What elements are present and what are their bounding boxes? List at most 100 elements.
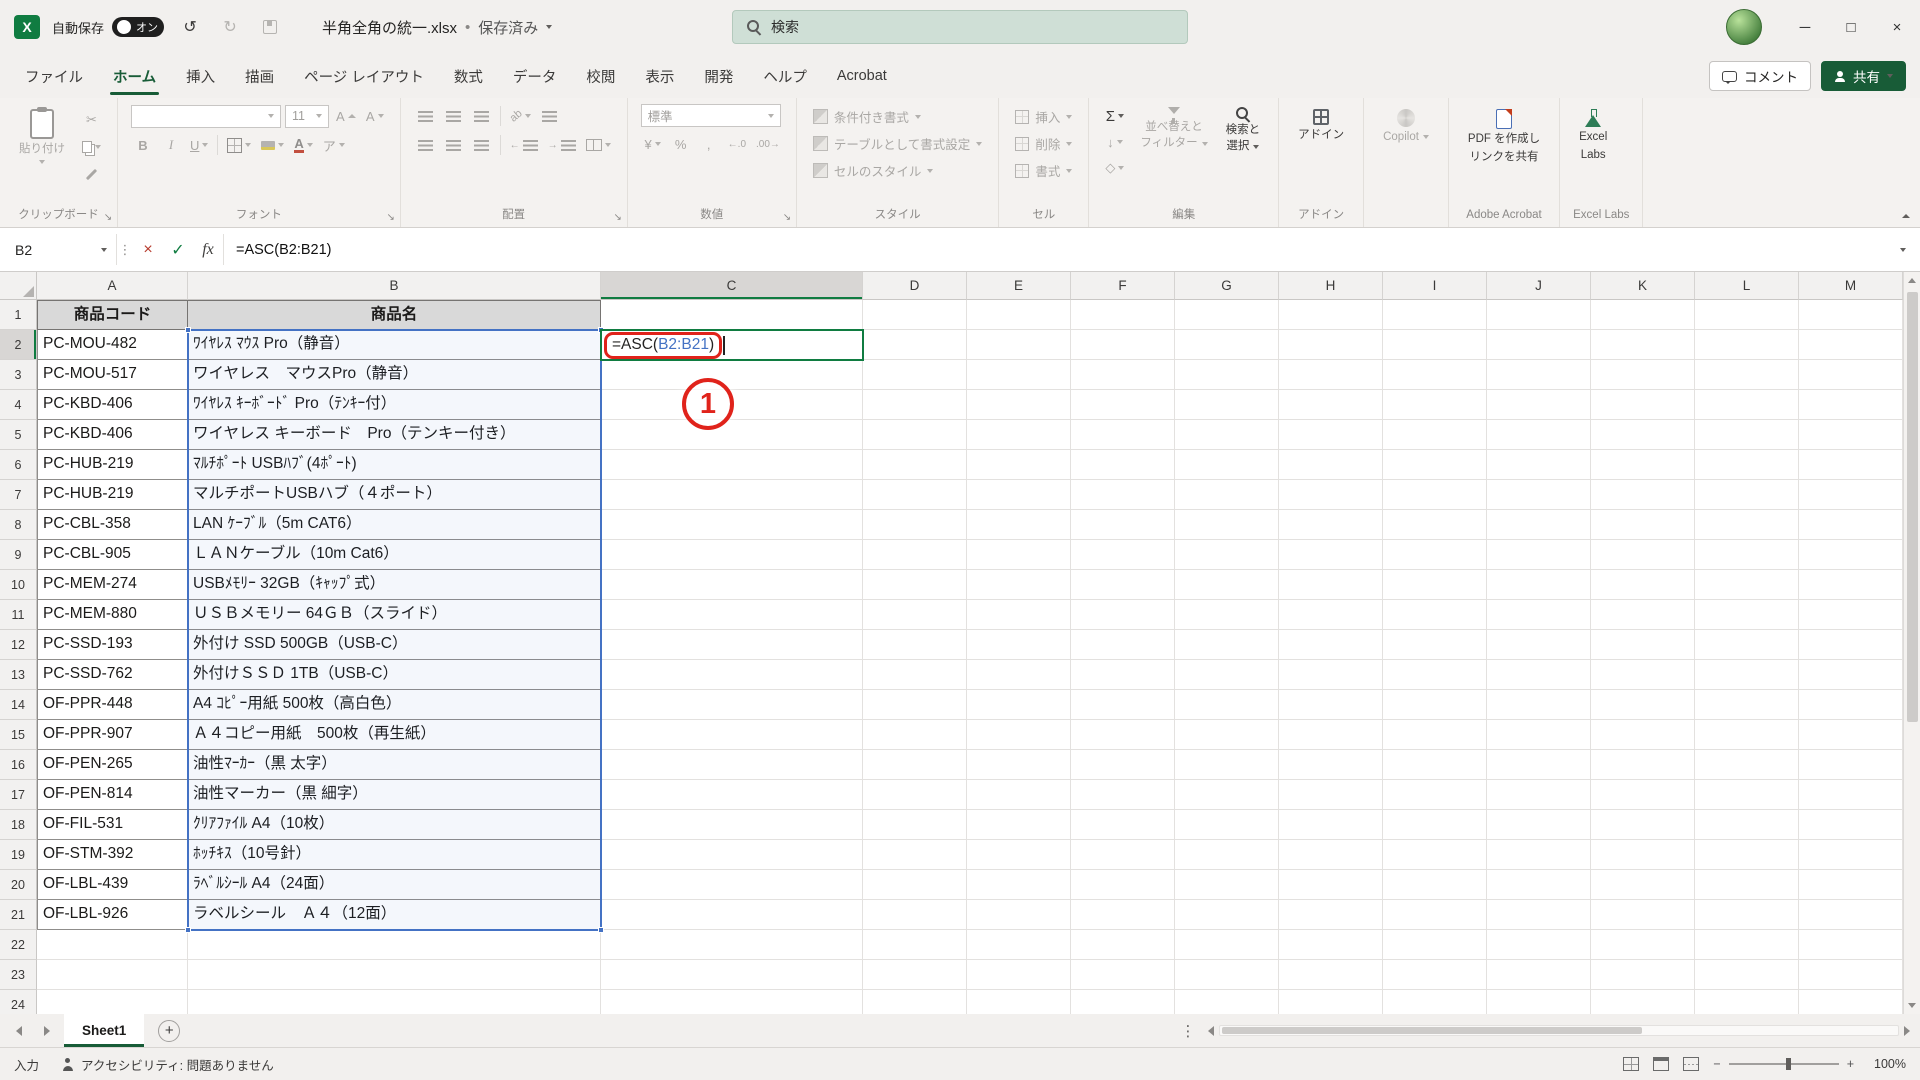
cell-E10[interactable] (967, 570, 1071, 600)
cell-K4[interactable] (1591, 390, 1695, 420)
alignment-dialog-launcher-icon[interactable]: ↘ (612, 211, 624, 223)
cell-J11[interactable] (1487, 600, 1591, 630)
tab-page-layout[interactable]: ページ レイアウト (289, 54, 439, 98)
share-button[interactable]: 共有 (1821, 61, 1906, 91)
cell-I20[interactable] (1383, 870, 1487, 900)
cell-J17[interactable] (1487, 780, 1591, 810)
row-header-16[interactable]: 16 (0, 750, 37, 780)
cell-I15[interactable] (1383, 720, 1487, 750)
row-header-18[interactable]: 18 (0, 810, 37, 840)
cell-M9[interactable] (1799, 540, 1903, 570)
cell-H19[interactable] (1279, 840, 1383, 870)
cell-G4[interactable] (1175, 390, 1279, 420)
cell-L5[interactable] (1695, 420, 1799, 450)
sort-filter-button[interactable]: 並べ替えと フィルター (1135, 104, 1212, 154)
cell-E11[interactable] (967, 600, 1071, 630)
cell-I10[interactable] (1383, 570, 1487, 600)
cell-K19[interactable] (1591, 840, 1695, 870)
cell-I18[interactable] (1383, 810, 1487, 840)
tab-view[interactable]: 表示 (630, 54, 689, 98)
zoom-in-icon[interactable]: + (1847, 1057, 1854, 1071)
cell-F16[interactable] (1071, 750, 1175, 780)
cell-J8[interactable] (1487, 510, 1591, 540)
cell-F12[interactable] (1071, 630, 1175, 660)
zoom-out-icon[interactable]: − (1713, 1057, 1720, 1071)
cell-J23[interactable] (1487, 960, 1591, 990)
cell-G17[interactable] (1175, 780, 1279, 810)
cancel-formula-button[interactable]: × (133, 228, 163, 271)
cell-A15[interactable]: OF-PPR-907 (37, 720, 188, 750)
cell-M3[interactable] (1799, 360, 1903, 390)
cell-M6[interactable] (1799, 450, 1903, 480)
bold-button[interactable]: B (131, 133, 155, 157)
cell-K2[interactable] (1591, 330, 1695, 360)
cell-L7[interactable] (1695, 480, 1799, 510)
cell-M24[interactable] (1799, 990, 1903, 1014)
row-header-23[interactable]: 23 (0, 960, 37, 990)
cell-K15[interactable] (1591, 720, 1695, 750)
cell-B5[interactable]: ワイヤレス キーボード Pro（テンキー付き） (188, 420, 601, 450)
cell-D16[interactable] (863, 750, 967, 780)
cell-E19[interactable] (967, 840, 1071, 870)
row-header-9[interactable]: 9 (0, 540, 37, 570)
cell-styles-button[interactable]: セルのスタイル (810, 158, 985, 183)
cell-I24[interactable] (1383, 990, 1487, 1014)
row-header-15[interactable]: 15 (0, 720, 37, 750)
enter-formula-button[interactable]: ✓ (163, 228, 193, 271)
cell-E7[interactable] (967, 480, 1071, 510)
previous-sheet-button[interactable] (8, 1014, 30, 1047)
cell-I7[interactable] (1383, 480, 1487, 510)
horizontal-scrollbar-thumb[interactable] (1222, 1027, 1643, 1034)
cell-I23[interactable] (1383, 960, 1487, 990)
cell-J16[interactable] (1487, 750, 1591, 780)
cell-G19[interactable] (1175, 840, 1279, 870)
cell-J22[interactable] (1487, 930, 1591, 960)
autosave-toggle[interactable]: オン (112, 17, 165, 37)
cell-H15[interactable] (1279, 720, 1383, 750)
comma-format-button[interactable]: , (697, 132, 721, 156)
column-header-J[interactable]: J (1487, 272, 1591, 300)
cell-F2[interactable] (1071, 330, 1175, 360)
cell-C22[interactable] (601, 930, 863, 960)
cell-H9[interactable] (1279, 540, 1383, 570)
cell-L16[interactable] (1695, 750, 1799, 780)
cell-I4[interactable] (1383, 390, 1487, 420)
cell-I21[interactable] (1383, 900, 1487, 930)
cell-I5[interactable] (1383, 420, 1487, 450)
cell-D3[interactable] (863, 360, 967, 390)
cell-K11[interactable] (1591, 600, 1695, 630)
cell-L2[interactable] (1695, 330, 1799, 360)
cell-E21[interactable] (967, 900, 1071, 930)
fill-button[interactable]: ↓ (1102, 130, 1127, 154)
cell-D22[interactable] (863, 930, 967, 960)
cell-A24[interactable] (37, 990, 188, 1014)
cell-H10[interactable] (1279, 570, 1383, 600)
cell-D4[interactable] (863, 390, 967, 420)
row-header-13[interactable]: 13 (0, 660, 37, 690)
cell-F15[interactable] (1071, 720, 1175, 750)
cell-E17[interactable] (967, 780, 1071, 810)
cell-G7[interactable] (1175, 480, 1279, 510)
copilot-button[interactable]: Copilot (1377, 104, 1435, 147)
cell-J21[interactable] (1487, 900, 1591, 930)
sheet-options-icon[interactable]: ⋮ (1176, 1022, 1200, 1040)
cell-D6[interactable] (863, 450, 967, 480)
zoom-slider-thumb[interactable] (1785, 1058, 1791, 1070)
cell-J6[interactable] (1487, 450, 1591, 480)
cell-E13[interactable] (967, 660, 1071, 690)
cell-F23[interactable] (1071, 960, 1175, 990)
cell-E4[interactable] (967, 390, 1071, 420)
scroll-down-icon[interactable] (1904, 997, 1920, 1014)
comments-button[interactable]: コメント (1709, 61, 1811, 91)
cell-I2[interactable] (1383, 330, 1487, 360)
cell-I12[interactable] (1383, 630, 1487, 660)
cell-J9[interactable] (1487, 540, 1591, 570)
cell-I22[interactable] (1383, 930, 1487, 960)
cell-G10[interactable] (1175, 570, 1279, 600)
addins-button[interactable]: アドイン (1292, 104, 1350, 145)
cell-I1[interactable] (1383, 300, 1487, 330)
cell-F6[interactable] (1071, 450, 1175, 480)
align-left-button[interactable] (414, 133, 438, 157)
row-header-5[interactable]: 5 (0, 420, 37, 450)
cell-B24[interactable] (188, 990, 601, 1014)
